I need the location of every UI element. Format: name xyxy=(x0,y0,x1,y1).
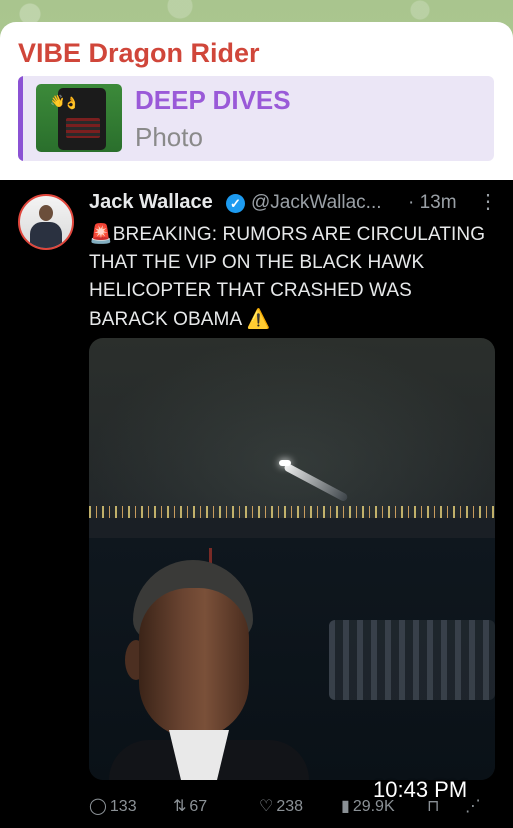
portrait-face xyxy=(139,588,249,738)
avatar-suit xyxy=(30,222,62,248)
tweet-body: BREAKING: RUMORS ARE CIRCULATING THAT TH… xyxy=(89,224,486,330)
reply-title: DEEP DIVES xyxy=(135,85,291,115)
thumbnail-content xyxy=(66,118,100,138)
night-sky xyxy=(89,338,495,518)
warning-emoji-icon: ⚠️ xyxy=(246,308,271,330)
verified-badge-icon: ✓ xyxy=(226,194,245,213)
thumbnail-hand-icon: 👌 xyxy=(64,96,79,110)
tweet-handle: @JackWallac... xyxy=(251,192,382,213)
like-count-value: 238 xyxy=(276,798,304,815)
reply-accent-bar xyxy=(18,76,23,161)
avatar-head xyxy=(39,205,53,221)
tweet-screenshot[interactable]: Jack Wallace ✓ @JackWallac... · 13m ⋮ 🚨B… xyxy=(0,180,513,828)
tweet-author-name: Jack Wallace xyxy=(89,191,213,213)
helicopter-light xyxy=(279,460,291,466)
reply-icon: ◯ xyxy=(89,796,107,815)
retweet-count-value: 67 xyxy=(189,798,208,815)
like-count: ♡ 238 xyxy=(259,796,303,816)
retweet-icon: ⇅ xyxy=(173,796,187,815)
retweet-count: ⇅ 67 xyxy=(173,796,207,816)
share-icon: ⋰ xyxy=(465,796,481,815)
views-icon: ▮ xyxy=(341,796,350,815)
tweet-photo xyxy=(89,338,495,780)
portrait-overlay xyxy=(109,560,309,780)
sender-name[interactable]: VIBE Dragon Rider xyxy=(18,38,260,69)
more-options-icon: ⋮ xyxy=(478,191,498,213)
tweet-text: 🚨BREAKING: RUMORS ARE CIRCULATING THAT T… xyxy=(89,220,489,334)
reply-thumbnail: 👋 👌 xyxy=(36,84,122,152)
reply-count: ◯ 133 xyxy=(89,796,137,816)
reply-subtitle: Photo xyxy=(135,122,203,152)
siren-emoji-icon: 🚨 xyxy=(89,223,113,245)
avatar xyxy=(18,194,74,250)
thumbnail-hand-icon: 👋 xyxy=(50,94,65,108)
reply-preview[interactable]: 👋 👌 DEEP DIVES Photo xyxy=(18,76,494,161)
message-timestamp: 10:43 PM xyxy=(373,777,468,802)
reply-count-value: 133 xyxy=(109,798,137,815)
tweet-time: · 13m xyxy=(408,192,457,213)
heart-icon: ♡ xyxy=(259,796,274,815)
boats xyxy=(329,620,495,700)
